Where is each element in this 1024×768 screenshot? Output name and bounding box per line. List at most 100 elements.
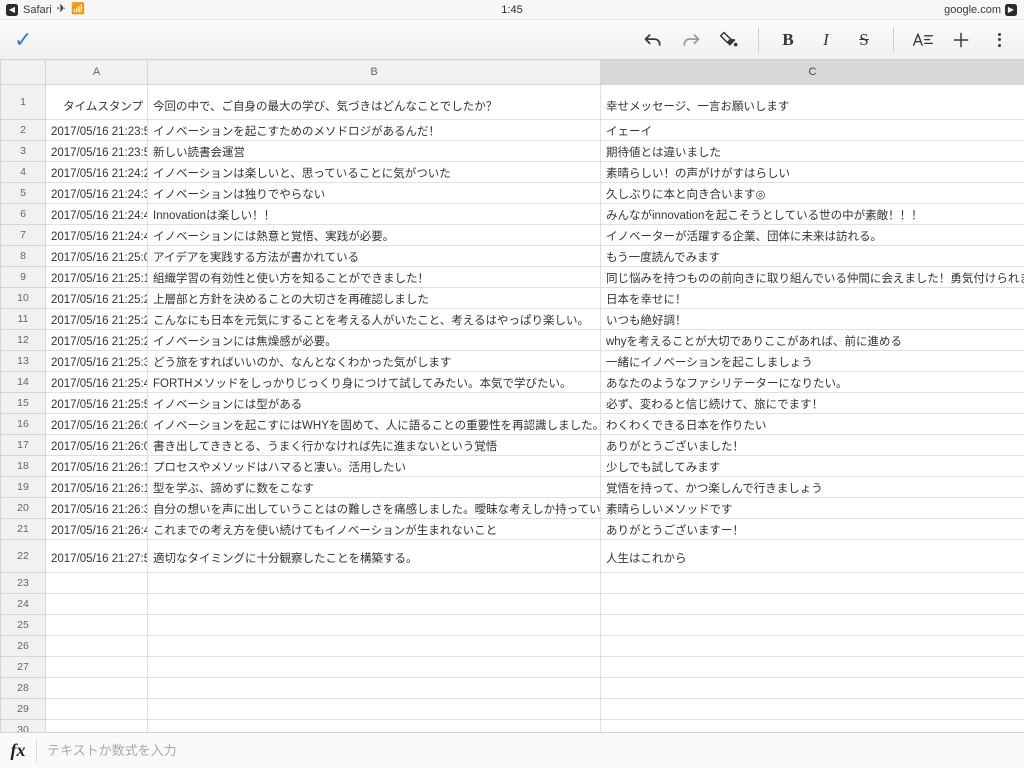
row-header-4[interactable]: 4 — [0, 160, 46, 183]
cell-c11[interactable]: いつも絶好調！ — [600, 307, 1024, 330]
cell-a24[interactable] — [45, 592, 148, 615]
row-header-20[interactable]: 20 — [0, 496, 46, 519]
bold-button[interactable]: B — [769, 21, 807, 59]
accept-edit-button[interactable]: ✓ — [14, 28, 32, 51]
cell-a2[interactable]: 2017/05/16 21:23:52 — [45, 118, 148, 141]
row-header-6[interactable]: 6 — [0, 202, 46, 225]
cell-c12[interactable]: whyを考えることが大切でありここがあれば、前に進める — [600, 328, 1024, 351]
cell-b29[interactable] — [147, 697, 601, 720]
table-row[interactable]: 21 2017/05/16 21:26:41 これまでの考え方を使い続けてもイノ… — [0, 517, 1024, 540]
cell-c17[interactable]: ありがとうございました！ — [600, 433, 1024, 456]
table-row[interactable]: 6 2017/05/16 21:24:40 Innovationは楽しい！！ み… — [0, 202, 1024, 225]
cell-b16[interactable]: イノベーションを起こすにはWHYを固めて、人に語ることの重要性を再認識しました。 — [147, 412, 601, 435]
cell-b17[interactable]: 書き出してききとる、うまく行かなければ先に進まないという覚悟 — [147, 433, 601, 456]
cell-c20[interactable]: 素晴らしいメソッドです — [600, 496, 1024, 519]
table-row[interactable]: 10 2017/05/16 21:25:20 上層部と方針を決めることの大切さを… — [0, 286, 1024, 309]
cell-b20[interactable]: 自分の想いを声に出していうことはの難しさを痛感しました。曖昧な考えしか持っていな… — [147, 496, 601, 519]
cell-b19[interactable]: 型を学ぶ、諦めずに数をこなす — [147, 475, 601, 498]
cell-b21[interactable]: これまでの考え方を使い続けてもイノベーションが生まれないこと — [147, 517, 601, 540]
return-to-app-icon[interactable]: ▶ — [1005, 3, 1017, 16]
cell-b6[interactable]: Innovationは楽しい！！ — [147, 202, 601, 225]
table-row[interactable]: 5 2017/05/16 21:24:31 イノベーションは独りでやらない 久し… — [0, 181, 1024, 204]
cell-c14[interactable]: あなたのようなファシリテーターになりたい。 — [600, 370, 1024, 393]
cell-c7[interactable]: イノベーターが活躍する企業、団体に未来は訪れる。 — [600, 223, 1024, 246]
row-header-15[interactable]: 15 — [0, 391, 46, 414]
cell-b14[interactable]: FORTHメソッドをしっかりじっくり身につけて試してみたい。本気で学びたい。 — [147, 370, 601, 393]
cell-c10[interactable]: 日本を幸せに！ — [600, 286, 1024, 309]
cell-c23[interactable] — [600, 571, 1024, 594]
cell-b18[interactable]: プロセスやメソッドはハマると凄い。活用したい — [147, 454, 601, 477]
cell-c5[interactable]: 久しぶりに本と向き合います◎ — [600, 181, 1024, 204]
cell-b1[interactable]: 今回の中で、ご自身の最大の学び、気づきはどんなことでしたか？ — [147, 83, 601, 120]
column-header-b[interactable]: B — [147, 60, 601, 85]
column-header-c[interactable]: C — [600, 60, 1024, 85]
row-header-11[interactable]: 11 — [0, 307, 46, 330]
cell-b15[interactable]: イノベーションには型がある — [147, 391, 601, 414]
table-row[interactable]: 26 — [0, 634, 1024, 657]
row-header-10[interactable]: 10 — [0, 286, 46, 309]
cell-a8[interactable]: 2017/05/16 21:25:02 — [45, 244, 148, 267]
cell-a4[interactable]: 2017/05/16 21:24:28 — [45, 160, 148, 183]
table-row[interactable]: 14 2017/05/16 21:25:47 FORTHメソッドをしっかりじっく… — [0, 370, 1024, 393]
cell-a29[interactable] — [45, 697, 148, 720]
table-row[interactable]: 23 — [0, 571, 1024, 594]
row-header-8[interactable]: 8 — [0, 244, 46, 267]
cell-c15[interactable]: 必ず、変わると信じ続けて、旅にでます！ — [600, 391, 1024, 414]
cell-b10[interactable]: 上層部と方針を決めることの大切さを再確認しました — [147, 286, 601, 309]
cell-b11[interactable]: こんなにも日本を元気にすることを考える人がいたこと、考えるはやっぱり楽しい。 — [147, 307, 601, 330]
row-header-28[interactable]: 28 — [0, 676, 46, 699]
cell-a15[interactable]: 2017/05/16 21:25:53 — [45, 391, 148, 414]
cell-a23[interactable] — [45, 571, 148, 594]
row-header-3[interactable]: 3 — [0, 139, 46, 162]
cell-a5[interactable]: 2017/05/16 21:24:31 — [45, 181, 148, 204]
strikethrough-button[interactable]: S — [845, 21, 883, 59]
row-header-21[interactable]: 21 — [0, 517, 46, 540]
table-row[interactable]: 24 — [0, 592, 1024, 615]
table-row[interactable]: 17 2017/05/16 21:26:07 書き出してききとる、うまく行かなけ… — [0, 433, 1024, 456]
cell-c29[interactable] — [600, 697, 1024, 720]
row-header-9[interactable]: 9 — [0, 265, 46, 288]
table-row[interactable]: 25 — [0, 613, 1024, 636]
table-row[interactable]: 20 2017/05/16 21:26:30 自分の想いを声に出していうことはの… — [0, 496, 1024, 519]
cell-a21[interactable]: 2017/05/16 21:26:41 — [45, 517, 148, 540]
more-options-button[interactable] — [980, 21, 1018, 59]
row-header-27[interactable]: 27 — [0, 655, 46, 678]
cell-c26[interactable] — [600, 634, 1024, 657]
cell-c2[interactable]: イェーイ — [600, 118, 1024, 141]
cell-a26[interactable] — [45, 634, 148, 657]
row-header-5[interactable]: 5 — [0, 181, 46, 204]
cell-b5[interactable]: イノベーションは独りでやらない — [147, 181, 601, 204]
table-row[interactable]: 13 2017/05/16 21:25:31 どう旅をすればいいのか、なんとなく… — [0, 349, 1024, 372]
row-header-19[interactable]: 19 — [0, 475, 46, 498]
row-header-17[interactable]: 17 — [0, 433, 46, 456]
column-header-a[interactable]: A — [45, 60, 148, 85]
cell-b12[interactable]: イノベーションには焦燥感が必要。 — [147, 328, 601, 351]
table-row[interactable]: 4 2017/05/16 21:24:28 イノベーションは楽しいと、思っている… — [0, 160, 1024, 183]
cell-c13[interactable]: 一緒にイノベーションを起こしましょう — [600, 349, 1024, 372]
table-row[interactable]: 7 2017/05/16 21:24:41 イノベーションには熱意と覚悟、実践が… — [0, 223, 1024, 246]
cell-a25[interactable] — [45, 613, 148, 636]
cell-b2[interactable]: イノベーションを起こすためのメソドロジがあるんだ！ — [147, 118, 601, 141]
table-row[interactable]: 29 — [0, 697, 1024, 720]
row-header-24[interactable]: 24 — [0, 592, 46, 615]
cell-c16[interactable]: わくわくできる日本を作りたい — [600, 412, 1024, 435]
cell-c25[interactable] — [600, 613, 1024, 636]
cell-c8[interactable]: もう一度読んでみます — [600, 244, 1024, 267]
paint-format-button[interactable] — [710, 21, 748, 59]
cell-a18[interactable]: 2017/05/16 21:26:12 — [45, 454, 148, 477]
table-row[interactable]: 15 2017/05/16 21:25:53 イノベーションには型がある 必ず、… — [0, 391, 1024, 414]
table-row[interactable]: 27 — [0, 655, 1024, 678]
cell-c6[interactable]: みんながinnovationを起こそうとしている世の中が素敵！！！ — [600, 202, 1024, 225]
cell-b4[interactable]: イノベーションは楽しいと、思っていることに気がついた — [147, 160, 601, 183]
cell-c19[interactable]: 覚悟を持って、かつ楽しんで行きましょう — [600, 475, 1024, 498]
cell-c1[interactable]: 幸せメッセージ、一言お願いします — [600, 83, 1024, 120]
table-row[interactable]: 11 2017/05/16 21:25:27 こんなにも日本を元気にすることを考… — [0, 307, 1024, 330]
cell-b7[interactable]: イノベーションには熱意と覚悟、実践が必要。 — [147, 223, 601, 246]
table-row[interactable]: 1 タイムスタンプ 今回の中で、ご自身の最大の学び、気づきはどんなことでしたか？… — [0, 83, 1024, 120]
cell-a20[interactable]: 2017/05/16 21:26:30 — [45, 496, 148, 519]
row-header-12[interactable]: 12 — [0, 328, 46, 351]
cell-c24[interactable] — [600, 592, 1024, 615]
function-icon[interactable]: fx — [0, 740, 36, 761]
cell-c22[interactable]: 人生はこれから — [600, 538, 1024, 573]
row-header-14[interactable]: 14 — [0, 370, 46, 393]
